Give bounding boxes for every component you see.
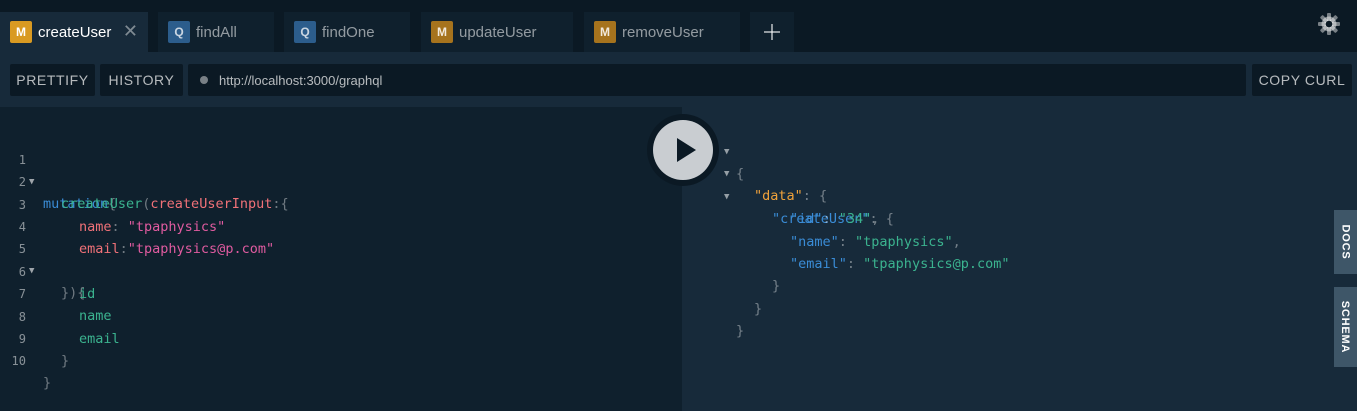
punctuation: }	[61, 353, 70, 369]
query-badge: Q	[168, 21, 190, 43]
copy-curl-button[interactable]: COPY CURL	[1252, 64, 1352, 96]
mutation-badge: M	[431, 21, 453, 43]
mutation-badge: M	[10, 21, 32, 43]
code-line: 4 email:"tpaphysics@p.com"	[0, 194, 682, 257]
close-icon[interactable]: ✕	[123, 21, 138, 41]
tab-removeuser[interactable]: M removeUser	[584, 12, 740, 52]
result-line: "email": "tpaphysics@p.com"	[682, 231, 1322, 272]
tab-label: removeUser	[622, 23, 704, 41]
endpoint-url-bar[interactable]: http://localhost:3000/graphql	[188, 64, 1246, 96]
code-line: 2 createUser(createUserInput:{	[0, 149, 682, 212]
tab-label: findOne	[322, 23, 375, 41]
execute-query-button[interactable]	[647, 114, 719, 186]
query-badge: Q	[294, 21, 316, 43]
gear-icon	[1318, 13, 1340, 35]
endpoint-url[interactable]: http://localhost:3000/graphql	[219, 73, 382, 88]
result-line: }	[682, 276, 1322, 317]
result-line: ▼ "createUser": {	[682, 164, 1322, 227]
history-button[interactable]: HISTORY	[100, 64, 183, 96]
code-line: 10 }	[0, 328, 682, 391]
settings-button[interactable]	[1317, 12, 1341, 36]
tab-updateuser[interactable]: M updateUser	[421, 12, 573, 52]
tab-label: findAll	[196, 23, 237, 41]
result-line: ▼ {	[682, 119, 1322, 182]
tab-label: createUser	[38, 23, 112, 41]
add-tab-button[interactable]	[750, 12, 794, 52]
punctuation: }	[736, 323, 745, 339]
tab-findone[interactable]: Q findOne	[284, 12, 410, 52]
code-line: 9 }	[0, 306, 682, 369]
result-line: }	[682, 298, 1322, 339]
tab-findall[interactable]: Q findAll	[158, 12, 274, 52]
result-line: }	[682, 253, 1322, 294]
code-line: 7 name	[0, 261, 682, 324]
plus-icon	[764, 24, 780, 40]
code-line: 1 ▼ mutation{	[0, 127, 682, 212]
tab-label: updateUser	[459, 23, 537, 41]
result-panel[interactable]: ▼ { ▼ "data": { ▼ "createUser": { "id": …	[682, 107, 1357, 411]
prettify-button[interactable]: PRETTIFY	[10, 64, 95, 96]
result-line: "name": "tpaphysics",	[682, 209, 1322, 250]
schema-tab[interactable]: SCHEMA	[1334, 287, 1357, 367]
schema-tab-label: SCHEMA	[1339, 300, 1352, 354]
code-line: 5 ▼ }){	[0, 216, 682, 301]
docs-tab[interactable]: DOCS	[1334, 210, 1357, 274]
tab-createuser[interactable]: M createUser ✕	[0, 12, 148, 52]
result-line: "id": "34",	[682, 186, 1322, 227]
play-button-circle[interactable]	[653, 120, 713, 180]
play-icon	[677, 138, 696, 162]
result-line: ▼ "data": {	[682, 141, 1322, 204]
docs-tab-label: DOCS	[1339, 224, 1352, 260]
query-editor[interactable]: 1 ▼ mutation{ 2 createUser(createUserInp…	[0, 107, 682, 411]
tab-bar: M createUser ✕ Q findAll Q findOne M upd…	[0, 0, 1357, 52]
code-line: 3 name: "tpaphysics"	[0, 172, 682, 235]
toolbar: PRETTIFY HISTORY http://localhost:3000/g…	[0, 52, 1357, 107]
code-line: 8 email	[0, 284, 682, 347]
mutation-badge: M	[594, 21, 616, 43]
code-line: 6 id	[0, 239, 682, 302]
status-dot	[200, 76, 208, 84]
punctuation: }	[43, 375, 52, 391]
line-number: 10	[11, 354, 26, 368]
